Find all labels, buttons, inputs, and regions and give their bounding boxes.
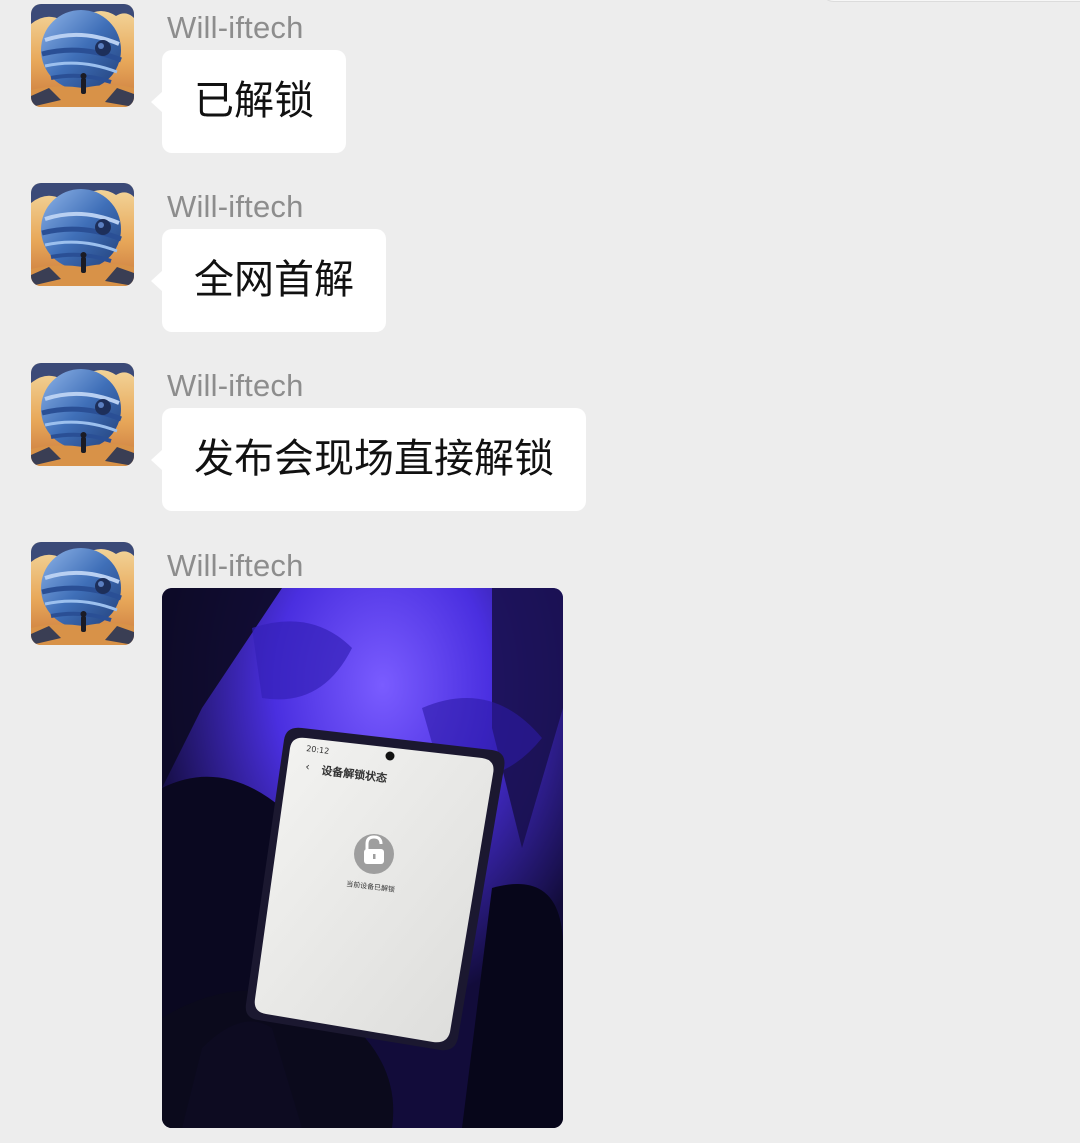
sender-name: Will-iftech [167, 10, 304, 45]
avatar[interactable] [31, 363, 134, 466]
avatar[interactable] [31, 183, 134, 286]
message-bubble[interactable]: 全网首解 [151, 229, 386, 332]
message-photo[interactable]: 20:12 ‹ 设备解锁状态 当前设备已解锁 [162, 588, 563, 1128]
avatar[interactable] [31, 542, 134, 645]
sender-name: Will-iftech [167, 368, 304, 403]
message-bubble[interactable]: 发布会现场直接解锁 [151, 408, 586, 511]
unlock-icon [354, 834, 394, 874]
sender-name: Will-iftech [167, 548, 304, 583]
message-bubble[interactable]: 已解锁 [151, 50, 346, 153]
top-edge-decoration [820, 0, 1080, 2]
sender-name: Will-iftech [167, 189, 304, 224]
avatar[interactable] [31, 4, 134, 107]
